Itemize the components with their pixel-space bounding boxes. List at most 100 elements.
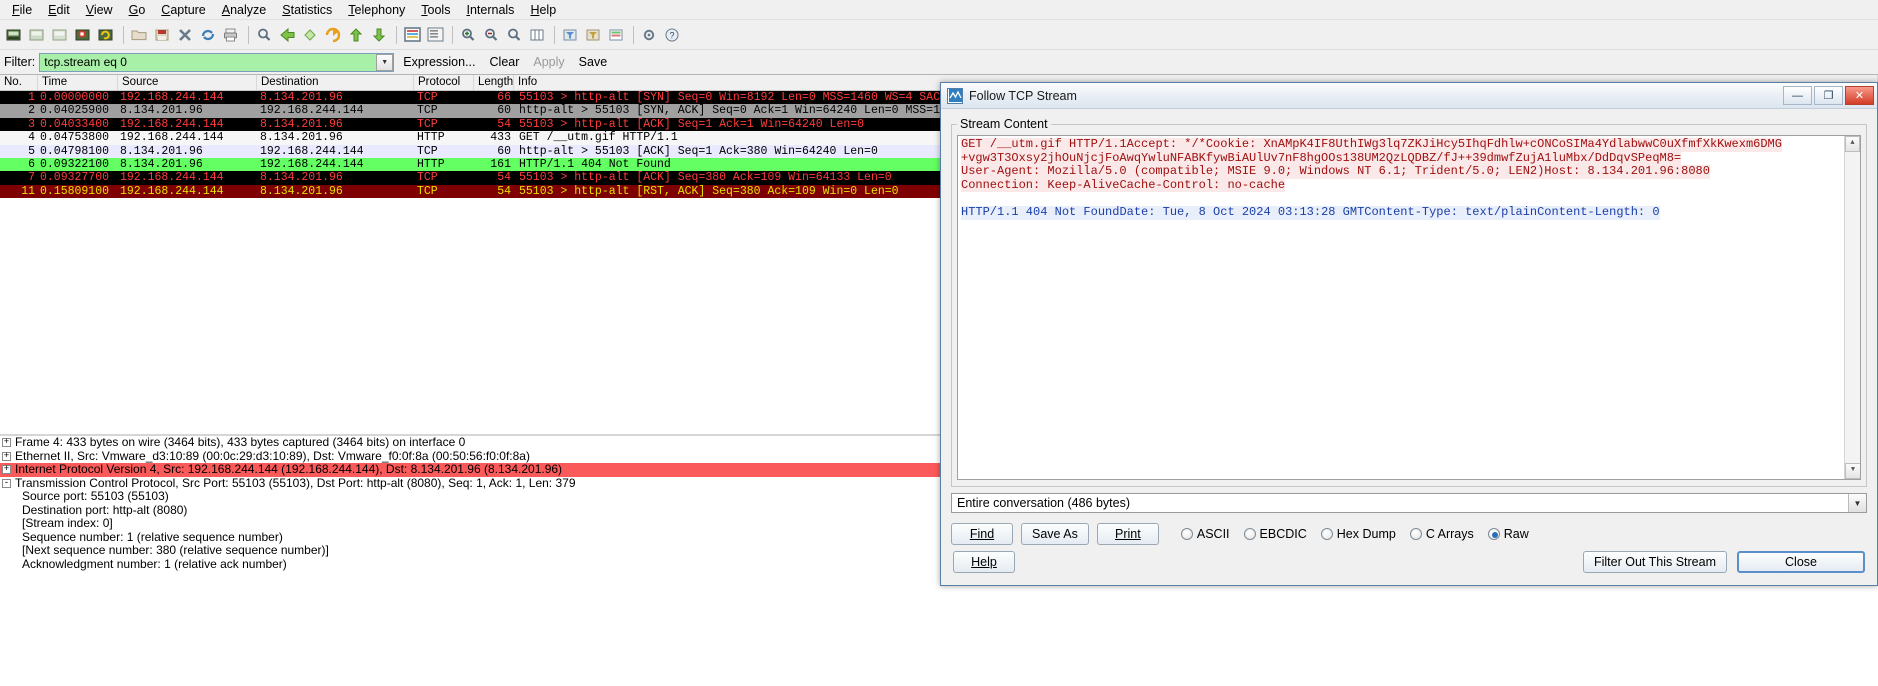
minimize-button[interactable]: —: [1783, 86, 1812, 105]
cell-src: 192.168.244.144: [120, 171, 224, 185]
expand-icon[interactable]: +: [2, 438, 11, 448]
cell-pro: TCP: [417, 91, 438, 104]
print-icon[interactable]: [221, 24, 243, 46]
cell-no: 1: [28, 91, 35, 104]
cell-dst: 192.168.244.144: [260, 157, 364, 171]
collapse-icon[interactable]: -: [2, 478, 11, 488]
scroll-down-icon[interactable]: ▼: [1845, 463, 1860, 479]
zoom-in-icon[interactable]: [458, 24, 480, 46]
zoom-reset-icon[interactable]: [504, 24, 526, 46]
cell-time: 0.15809100: [40, 184, 110, 198]
conversation-select-value: Entire conversation (486 bytes): [957, 496, 1131, 510]
expand-icon[interactable]: +: [2, 451, 11, 461]
menu-item-internals[interactable]: Internals: [458, 1, 522, 19]
go-last-packet-icon[interactable]: [369, 24, 391, 46]
stream-content-text[interactable]: GET /__utm.gif HTTP/1.1Accept: */*Cookie…: [957, 135, 1861, 480]
detail-row-label: Sequence number: 1 (relative sequence nu…: [22, 529, 283, 544]
scroll-up-icon[interactable]: ▲: [1845, 136, 1860, 152]
column-header-protocol[interactable]: Protocol: [414, 75, 474, 90]
detail-row-label: Destination port: http-alt (8080): [22, 502, 188, 517]
coloring-rules-icon[interactable]: [606, 24, 628, 46]
stream-scrollbar[interactable]: ▲ ▼: [1844, 136, 1860, 479]
cell-src: 192.168.244.144: [120, 184, 224, 198]
stream-request-line: Cookie: XnAMpK4IF8UthIWg3lq7ZKJiHcy5IhqF…: [1205, 137, 1782, 152]
cell-len: 161: [490, 157, 511, 171]
main-toolbar: ?: [0, 20, 1878, 50]
expression-button[interactable]: Expression...: [398, 54, 480, 70]
expand-icon[interactable]: +: [2, 465, 11, 475]
menu-item-telephony[interactable]: Telephony: [340, 1, 413, 19]
conversation-select[interactable]: Entire conversation (486 bytes) ▼: [951, 493, 1867, 513]
dialog-title-bar[interactable]: Follow TCP Stream — ❐ ✕: [941, 83, 1877, 109]
cell-src: 192.168.244.144: [120, 117, 224, 131]
save-filter-button[interactable]: Save: [574, 54, 613, 70]
column-header-time[interactable]: Time: [38, 75, 118, 90]
close-dialog-button[interactable]: Close: [1737, 551, 1865, 573]
zoom-out-icon[interactable]: [481, 24, 503, 46]
cell-dst: 8.134.201.96: [260, 131, 343, 145]
cell-len: 54: [497, 184, 511, 198]
capture-filters-icon[interactable]: [560, 24, 582, 46]
go-back-icon[interactable]: [277, 24, 299, 46]
cell-time: 0.04798100: [40, 144, 110, 158]
menu-bar: File Edit View Go Capture Analyze Statistics Te…: [0, 0, 1878, 20]
apply-filter-button[interactable]: Apply: [528, 54, 569, 70]
cell-src: 8.134.201.96: [120, 104, 203, 118]
filter-out-stream-label: Filter Out This Stream: [1593, 555, 1716, 569]
find-packet-icon[interactable]: [254, 24, 276, 46]
cell-src: 192.168.244.144: [120, 91, 224, 104]
stop-capture-icon[interactable]: [73, 24, 95, 46]
restart-capture-icon[interactable]: [96, 24, 118, 46]
menu-item-view[interactable]: View: [78, 1, 121, 19]
resize-columns-icon[interactable]: [527, 24, 549, 46]
go-first-packet-icon[interactable]: [346, 24, 368, 46]
close-dialog-label: Close: [1785, 555, 1817, 569]
open-file-icon[interactable]: [129, 24, 151, 46]
menu-item-statistics[interactable]: Statistics: [274, 1, 340, 19]
filter-out-stream-button[interactable]: Filter Out This Stream: [1582, 551, 1727, 573]
reload-icon[interactable]: [198, 24, 220, 46]
chevron-down-icon[interactable]: ▼: [1848, 494, 1866, 512]
maximize-button[interactable]: ❐: [1814, 86, 1843, 105]
follow-tcp-stream-dialog[interactable]: Follow TCP Stream — ❐ ✕ Stream Content G…: [940, 82, 1878, 586]
clear-filter-button[interactable]: Clear: [485, 54, 525, 70]
cell-dst: 192.168.244.144: [260, 104, 364, 118]
menu-item-go[interactable]: Go: [121, 1, 154, 19]
cell-src: 8.134.201.96: [120, 157, 203, 171]
capture-options-icon[interactable]: [27, 24, 49, 46]
dialog-footer: Help Filter Out This Stream Close: [941, 539, 1877, 585]
stream-blank-line: [961, 192, 1857, 206]
cell-time: 0.09327700: [40, 171, 110, 185]
menu-item-edit[interactable]: Edit: [40, 1, 78, 19]
column-header-source[interactable]: Source: [118, 75, 257, 90]
help-button[interactable]: Help: [953, 551, 1015, 573]
colorize-icon[interactable]: [402, 24, 424, 46]
preferences-icon[interactable]: [639, 24, 661, 46]
column-header-destination[interactable]: Destination: [257, 75, 414, 90]
column-header-length[interactable]: Length: [474, 75, 514, 90]
menu-item-tools[interactable]: Tools: [413, 1, 458, 19]
menu-item-help[interactable]: Help: [522, 1, 564, 19]
menu-item-capture[interactable]: Capture: [153, 1, 213, 19]
stream-response-line: Date: Tue, 8 Oct 2024 03:13:28 GMT: [1119, 204, 1365, 220]
go-forward-icon[interactable]: [300, 24, 322, 46]
cell-len: 60: [497, 144, 511, 158]
go-to-packet-icon[interactable]: [323, 24, 345, 46]
menu-item-analyze[interactable]: Analyze: [214, 1, 274, 19]
stream-response-line: HTTP/1.1 404 Not Found: [961, 204, 1120, 220]
menu-item-file[interactable]: File: [4, 1, 40, 19]
capture-interfaces-icon[interactable]: [4, 24, 26, 46]
auto-scroll-icon[interactable]: [425, 24, 447, 46]
footer-right-buttons: Filter Out This Stream Close: [1582, 551, 1865, 573]
filter-value[interactable]: tcp.stream eq 0: [40, 55, 376, 69]
close-file-icon[interactable]: [175, 24, 197, 46]
cell-dst: 192.168.244.144: [260, 144, 364, 158]
help-icon[interactable]: ?: [662, 24, 684, 46]
start-capture-icon[interactable]: [50, 24, 72, 46]
display-filter-input[interactable]: tcp.stream eq 0 ▼: [39, 52, 395, 72]
close-window-button[interactable]: ✕: [1845, 86, 1874, 105]
display-filters-icon[interactable]: [583, 24, 605, 46]
column-header-no[interactable]: No.: [0, 75, 38, 90]
chevron-down-icon[interactable]: ▼: [376, 53, 394, 71]
save-file-icon[interactable]: [152, 24, 174, 46]
